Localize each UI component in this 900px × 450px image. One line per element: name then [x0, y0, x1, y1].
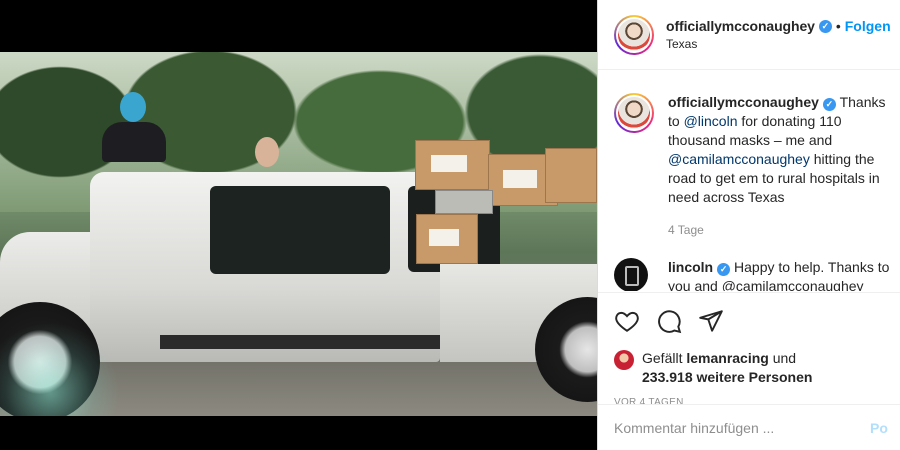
- post-photo[interactable]: [0, 52, 597, 416]
- share-icon[interactable]: [698, 308, 724, 334]
- verified-icon: ✓: [818, 19, 832, 33]
- truck-front-window: [210, 186, 390, 274]
- mention-link[interactable]: @camilamcconaughey: [668, 151, 810, 167]
- comment-item: lincoln ✓ Happy to help. Thanks to you an…: [598, 240, 900, 291]
- verified-icon: ✓: [822, 98, 836, 111]
- author-avatar[interactable]: [614, 14, 654, 55]
- mention-link[interactable]: @lincoln: [684, 113, 738, 129]
- liker-username[interactable]: lemanracing: [686, 350, 768, 366]
- post-location[interactable]: Texas: [666, 37, 891, 51]
- person-standing-body: [102, 122, 166, 162]
- cardboard-box: [545, 148, 597, 203]
- caption-username[interactable]: officiallymcconaughey: [668, 94, 819, 110]
- follow-button[interactable]: Folgen: [845, 18, 891, 34]
- comment-avatar[interactable]: [614, 258, 648, 291]
- post-sidebar: officiallymcconaughey ✓ • Folgen Texas o…: [597, 0, 900, 450]
- caption-timestamp[interactable]: 4 Tage: [668, 221, 900, 240]
- likes-middle: und: [768, 350, 797, 366]
- comment-icon[interactable]: [656, 308, 682, 334]
- likes-prefix: Gefällt: [642, 350, 687, 366]
- post-comment-button[interactable]: Po: [870, 420, 888, 436]
- post-header: officiallymcconaughey ✓ • Folgen Texas: [598, 0, 900, 70]
- truck-cab: [90, 172, 500, 362]
- heart-icon[interactable]: [614, 308, 640, 334]
- separator-dot: •: [835, 18, 841, 34]
- truck-running-board: [160, 335, 440, 349]
- person-standing: [120, 92, 146, 122]
- person-driver: [255, 137, 279, 167]
- verified-icon: ✓: [717, 263, 731, 276]
- add-comment-bar: Po: [598, 404, 900, 450]
- post-actions: Gefällt lemanracing und 233.918 weitere …: [598, 292, 900, 408]
- author-username[interactable]: officiallymcconaughey: [666, 18, 815, 34]
- lens-flare: [0, 322, 120, 416]
- caption-avatar[interactable]: [614, 93, 654, 133]
- cardboard-box: [415, 140, 490, 190]
- liker-avatar[interactable]: [614, 350, 634, 370]
- post-caption: officiallymcconaughey ✓ Thanks to @lincol…: [598, 71, 900, 240]
- tool-box: [435, 190, 493, 214]
- cardboard-box: [416, 214, 478, 264]
- post-media[interactable]: [0, 0, 597, 450]
- likes-count[interactable]: 233.918 weitere Personen: [642, 369, 812, 385]
- comments-list[interactable]: officiallymcconaughey ✓ Thanks to @lincol…: [598, 71, 900, 291]
- comment-input[interactable]: [614, 419, 864, 436]
- likes-summary: Gefällt lemanracing und 233.918 weitere …: [614, 349, 884, 387]
- comment-username[interactable]: lincoln: [668, 259, 713, 275]
